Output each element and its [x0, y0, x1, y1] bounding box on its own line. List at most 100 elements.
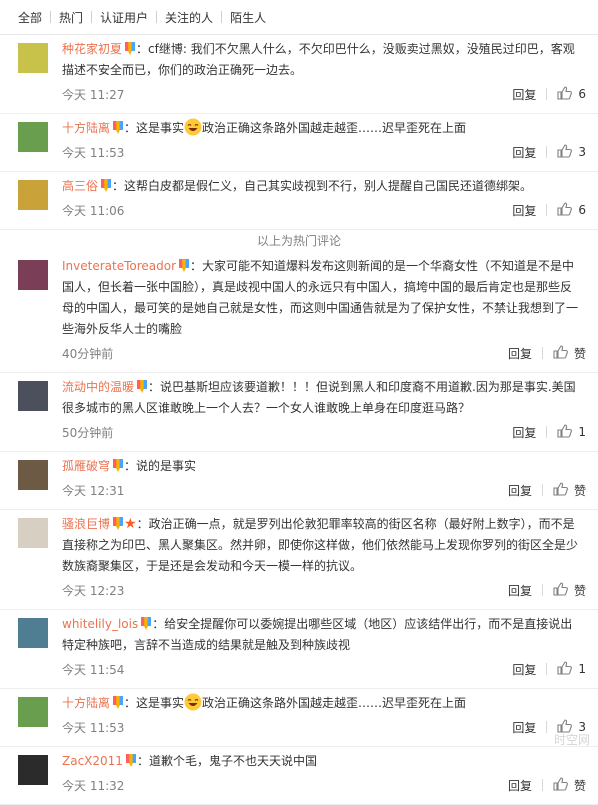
- like-count: 赞: [574, 345, 586, 362]
- reply-button[interactable]: 回复: [498, 777, 542, 794]
- like-button[interactable]: 赞: [543, 777, 586, 794]
- vip-badge-icon: [140, 616, 152, 629]
- comment-item: 高三俗：这帮白皮都是假仁义，自己其实歧视到不行，别人提醒自己国民还道德绑架。今天…: [0, 172, 598, 230]
- timestamp: 今天 12:23: [62, 582, 498, 599]
- comment-meta: 40分钟前回复赞: [62, 342, 586, 364]
- username-link[interactable]: InveterateToreador: [62, 259, 176, 273]
- avatar[interactable]: [18, 460, 48, 490]
- like-button[interactable]: 6: [547, 202, 586, 219]
- comment-meta: 今天 11:32回复赞: [62, 774, 586, 796]
- like-button[interactable]: 3: [547, 144, 586, 161]
- comment-item: 流动中的温暖：说巴基斯坦应该要道歉！！！但说到黑人和印度裔不用道歉.因为那是事实…: [0, 373, 598, 452]
- tab-following[interactable]: 关注的人: [157, 9, 221, 26]
- thumbs-up-icon: [553, 582, 568, 599]
- comment-body: 十方陆离 ：这是事实 政治正确这条路外国越走越歪……迟早歪死在上面: [62, 118, 586, 139]
- username-link[interactable]: 骚浪巨博: [62, 517, 110, 531]
- laughing-emoji-icon: [184, 693, 202, 711]
- reply-button[interactable]: 回复: [498, 482, 542, 499]
- username-link[interactable]: 流动中的温暖: [62, 380, 134, 394]
- avatar[interactable]: [18, 381, 48, 411]
- username-link[interactable]: 十方陆离: [62, 696, 110, 710]
- comment-meta: 今天 11:06回复6: [62, 199, 586, 221]
- comment-actions: 回复3: [502, 144, 586, 161]
- tab-hot[interactable]: 热门: [51, 9, 91, 26]
- comment-text: ：这是事实: [124, 121, 184, 135]
- like-button[interactable]: 1: [547, 661, 586, 678]
- like-button[interactable]: 1: [547, 424, 586, 441]
- thumbs-up-icon: [553, 482, 568, 499]
- comment-item: 孤雁破穹：说的是事实今天 12:31回复 赞: [0, 452, 598, 510]
- username-link[interactable]: ZacX2011: [62, 754, 123, 768]
- avatar[interactable]: [18, 122, 48, 152]
- like-count: 赞: [574, 482, 586, 499]
- username-link[interactable]: 种花家初夏: [62, 42, 122, 56]
- comment-item: 骚浪巨博★：政治正确一点，就是罗列出伦敦犯罪率较高的街区名称（最好附上数字），而…: [0, 510, 598, 610]
- tab-all[interactable]: 全部: [18, 9, 50, 26]
- comment-body: 孤雁破穹：说的是事实: [62, 456, 586, 477]
- comment-body: whitelily_lois：给安全提醒你可以委婉提出哪些区域（地区）应该结伴出…: [62, 614, 586, 656]
- comment-actions: 回复 1: [502, 424, 586, 441]
- comment-body: 流动中的温暖：说巴基斯坦应该要道歉！！！但说到黑人和印度裔不用道歉.因为那是事实…: [62, 377, 586, 419]
- avatar[interactable]: [18, 697, 48, 727]
- like-count: 1: [578, 662, 586, 676]
- comment-actions: 回复 6: [502, 202, 586, 219]
- comment-item: InveterateToreador：大家可能不知道爆料发布这则新闻的是一个华裔…: [0, 252, 598, 373]
- comment-actions: 回复 赞: [498, 582, 586, 599]
- vip-badge-icon: [112, 516, 124, 529]
- like-count: 6: [578, 203, 586, 217]
- avatar[interactable]: [18, 260, 48, 290]
- comment-item: ZacX2011：道歉个毛，鬼子不也天天说中国今天 11:32回复赞: [0, 747, 598, 805]
- username-link[interactable]: 十方陆离: [62, 121, 110, 135]
- vip-badge-icon: [100, 178, 112, 191]
- avatar[interactable]: [18, 618, 48, 648]
- comment-meta: 今天 11:54回复1: [62, 658, 586, 680]
- like-button[interactable]: 6: [547, 86, 586, 103]
- vip-badge-icon: [178, 258, 190, 271]
- timestamp: 50分钟前: [62, 424, 502, 441]
- tab-verified[interactable]: 认证用户: [92, 9, 156, 26]
- comment-filter-tabs: 全部 热门 认证用户 关注的人 陌生人: [0, 0, 598, 35]
- avatar[interactable]: [18, 755, 48, 785]
- avatar[interactable]: [18, 180, 48, 210]
- comment-meta: 今天 11:53回复3: [62, 141, 586, 163]
- comment-meta: 今天 12:23回复 赞: [62, 579, 586, 601]
- thumbs-up-icon: [553, 345, 568, 362]
- thumbs-up-icon: [557, 86, 572, 103]
- comment-text: ：给安全提醒你可以委婉提出哪些区域（地区）应该结伴出行，而不是直接说出特定种族吧…: [62, 617, 572, 652]
- laughing-emoji-icon: [184, 118, 202, 136]
- reply-button[interactable]: 回复: [502, 424, 546, 441]
- vip-badge-icon: [112, 458, 124, 471]
- timestamp: 今天 12:31: [62, 482, 498, 499]
- tab-strangers[interactable]: 陌生人: [222, 9, 274, 26]
- timestamp: 今天 11:53: [62, 144, 502, 161]
- like-count: 6: [578, 87, 586, 101]
- username-link[interactable]: whitelily_lois: [62, 617, 138, 631]
- reply-button[interactable]: 回复: [498, 582, 542, 599]
- comment-text: 政治正确这条路外国越走越歪……迟早歪死在上面: [202, 121, 466, 135]
- comment-actions: 回复 赞: [498, 777, 586, 794]
- reply-button[interactable]: 回复: [502, 202, 546, 219]
- reply-button[interactable]: 回复: [502, 661, 546, 678]
- comment-text: ：这是事实: [124, 696, 184, 710]
- reply-button[interactable]: 回复: [498, 345, 542, 362]
- username-link[interactable]: 孤雁破穹: [62, 459, 110, 473]
- vip-badge-icon: [136, 379, 148, 392]
- reply-button[interactable]: 回复: [502, 86, 546, 103]
- like-count: 赞: [574, 582, 586, 599]
- like-count: 赞: [574, 777, 586, 794]
- avatar[interactable]: [18, 518, 48, 548]
- like-button[interactable]: 赞: [543, 582, 586, 599]
- thumbs-up-icon: [557, 202, 572, 219]
- like-button[interactable]: 赞: [543, 345, 586, 362]
- vip-badge-icon: [112, 120, 124, 133]
- reply-button[interactable]: 回复: [502, 144, 546, 161]
- reply-button[interactable]: 回复: [502, 719, 546, 736]
- like-count: 1: [578, 425, 586, 439]
- avatar[interactable]: [18, 43, 48, 73]
- like-button[interactable]: 赞: [543, 482, 586, 499]
- username-link[interactable]: 高三俗: [62, 179, 98, 193]
- thumbs-up-icon: [557, 424, 572, 441]
- comment-body: 十方陆离 ：这是事实 政治正确这条路外国越走越歪……迟早歪死在上面: [62, 693, 586, 714]
- comment-body: InveterateToreador：大家可能不知道爆料发布这则新闻的是一个华裔…: [62, 256, 586, 340]
- comment-text: 政治正确这条路外国越走越歪……迟早歪死在上面: [202, 696, 466, 710]
